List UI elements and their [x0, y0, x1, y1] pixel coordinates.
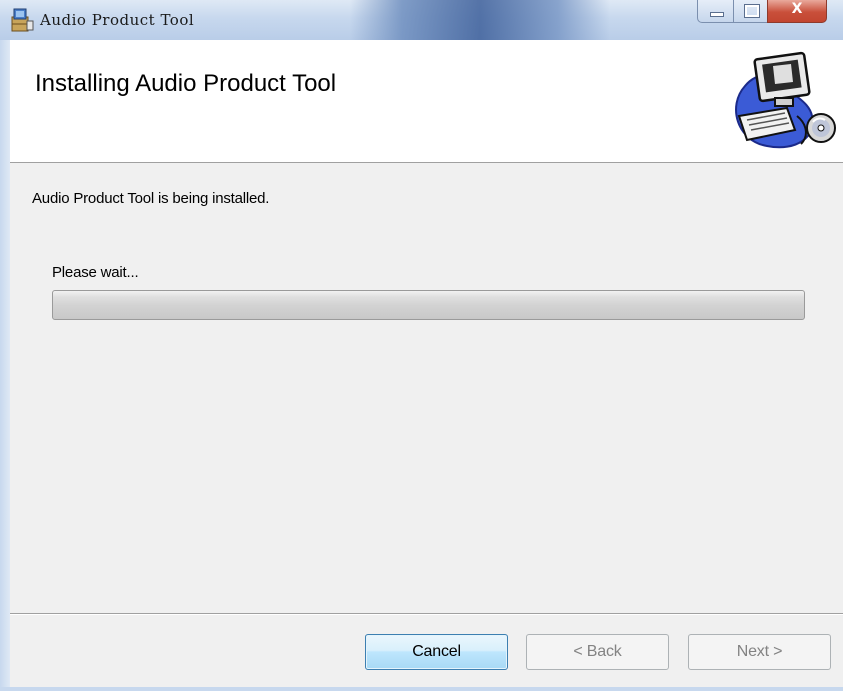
installer-icon — [11, 8, 34, 32]
cancel-button[interactable]: Cancel — [365, 634, 508, 670]
window-controls: X — [697, 0, 827, 24]
minimize-button[interactable] — [697, 0, 735, 23]
page-title: Installing Audio Product Tool — [35, 70, 337, 97]
install-progress-bar — [52, 290, 805, 320]
back-button[interactable]: < Back — [526, 634, 669, 670]
next-button[interactable]: Next > — [688, 634, 831, 670]
maximize-button[interactable] — [733, 0, 769, 23]
close-icon: X — [791, 1, 803, 17]
title-bar[interactable]: Audio Product Tool X — [0, 0, 843, 40]
header-banner: Installing Audio Product Tool — [10, 40, 843, 163]
window-bottom-border — [0, 687, 843, 691]
please-wait-label: Please wait... — [52, 264, 139, 281]
installer-window: Audio Product Tool X Installing Audio Pr… — [0, 0, 843, 691]
computer-install-icon — [735, 51, 836, 149]
title-bar-glass — [350, 0, 610, 40]
window-left-border — [0, 40, 10, 691]
install-status-text: Audio Product Tool is being installed. — [32, 190, 270, 207]
close-button[interactable]: X — [767, 0, 827, 23]
window-title: Audio Product Tool — [40, 11, 195, 29]
footer-separator — [10, 613, 843, 615]
